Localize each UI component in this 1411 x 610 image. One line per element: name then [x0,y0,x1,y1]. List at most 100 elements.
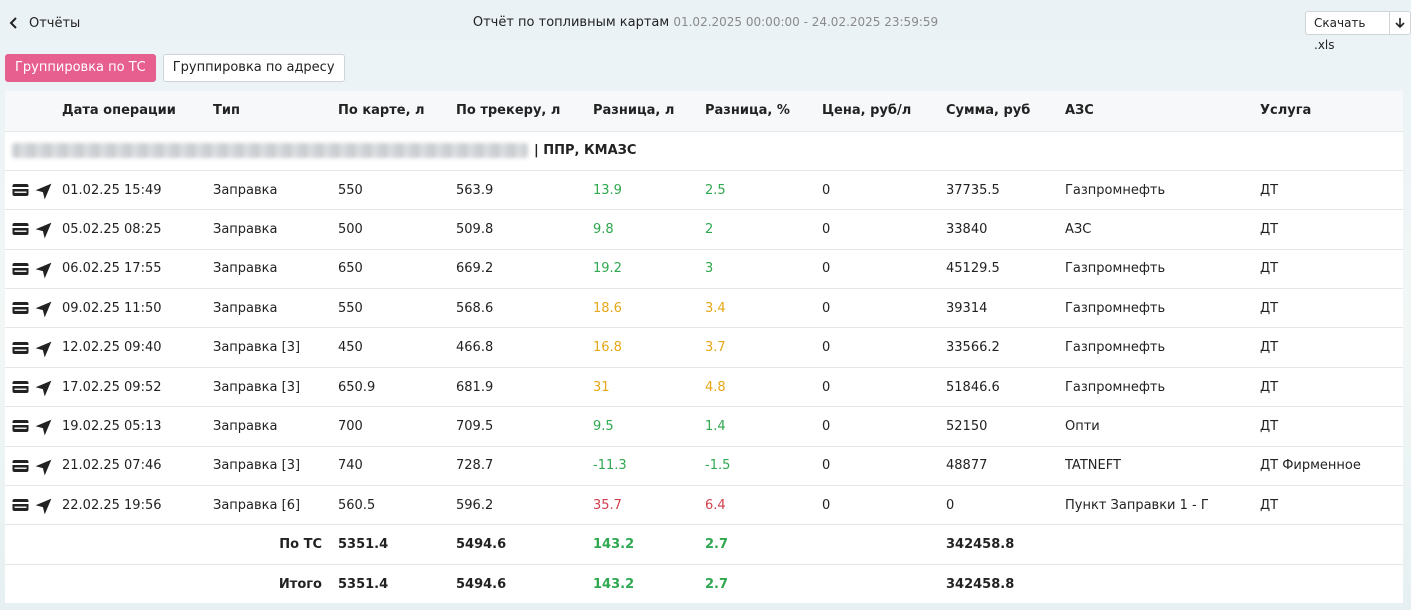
location-arrow-icon[interactable] [35,419,52,436]
card-icon[interactable] [12,262,29,276]
card-icon[interactable] [12,222,29,236]
table-row: 06.02.25 17:55 Заправка 650 669.2 19.2 3 0 4512… [5,248,1403,289]
cell-sum: 52150 [946,406,1065,447]
cell-type: Заправка [6] [213,485,338,525]
cell-price: 0 [822,248,946,289]
cell-diff-l: 31 [593,366,705,407]
cell-station: Опти [1065,406,1260,447]
summary-tracker: 5494.6 [456,563,593,604]
cell-price: 0 [822,209,946,250]
cell-station: Газпромнефть [1065,248,1260,289]
cell-diff-l: 19.2 [593,248,705,289]
cell-price: 0 [822,445,946,486]
summary-diff-l: 143.2 [593,563,705,604]
cell-diff-pct: 3.4 [705,288,822,328]
row-actions [5,327,62,368]
table-row: 09.02.25 11:50 Заправка 550 568.6 18.6 3.4 0 39… [5,288,1403,328]
cell-card: 650.9 [338,366,456,407]
cell-price: 0 [822,169,946,210]
header-card[interactable]: По карте, л [338,91,456,131]
cell-sum: 33566.2 [946,327,1065,368]
location-arrow-icon[interactable] [35,498,52,515]
table-row: 05.02.25 08:25 Заправка 500 509.8 9.8 2 0 33840… [5,209,1403,250]
cell-diff-l: 18.6 [593,288,705,328]
cell-type: Заправка [213,169,338,210]
header-service[interactable]: Услуга [1260,91,1403,131]
group-label: | ППР, КМАЗС [534,143,637,159]
cell-card: 550 [338,288,456,328]
card-icon[interactable] [12,459,29,473]
cell-tracker: 568.6 [456,288,593,328]
download-dropdown-button[interactable] [1388,12,1410,34]
cell-date: 06.02.25 17:55 [62,248,213,289]
cell-diff-l: 13.9 [593,169,705,210]
header-date[interactable]: Дата операции [62,91,213,131]
cell-sum: 39314 [946,288,1065,328]
cell-service: ДТ [1260,406,1403,447]
cell-diff-pct: 2.5 [705,169,822,210]
cell-date: 09.02.25 11:50 [62,288,213,328]
location-arrow-icon[interactable] [35,459,52,476]
card-icon[interactable] [12,341,29,355]
cell-sum: 0 [946,485,1065,525]
table-row: 19.02.25 05:13 Заправка 700 709.5 9.5 1.4 0 521… [5,406,1403,447]
location-arrow-icon[interactable] [35,380,52,397]
summary-station [1065,563,1260,604]
page-title: Отчёт по топливным картам 01.02.2025 00:… [0,15,1411,30]
card-icon[interactable] [12,380,29,394]
cell-type: Заправка [213,288,338,328]
header-sum[interactable]: Сумма, руб [946,91,1065,131]
summary-label: По ТС [5,524,338,565]
location-arrow-icon[interactable] [35,222,52,239]
location-arrow-icon[interactable] [35,183,52,200]
card-icon[interactable] [12,419,29,433]
table-row: 17.02.25 09:52 Заправка [3] 650.9 681.9 31 4.… [5,366,1403,407]
cell-service: ДТ [1260,288,1403,328]
cell-price: 0 [822,485,946,525]
cell-sum: 45129.5 [946,248,1065,289]
row-actions [5,288,62,328]
cell-date: 05.02.25 08:25 [62,209,213,250]
card-icon[interactable] [12,301,29,315]
header-price[interactable]: Цена, руб/л [822,91,946,131]
report-table-container: Дата операции Тип По карте, л По трекеру… [5,91,1403,604]
cell-tracker: 709.5 [456,406,593,447]
cell-sum: 33840 [946,209,1065,250]
location-arrow-icon[interactable] [35,301,52,318]
header-tracker[interactable]: По трекеру, л [456,91,593,131]
summary-sum: 342458.8 [946,563,1065,604]
row-actions [5,445,62,486]
table-header: Дата операции Тип По карте, л По трекеру… [5,91,1403,131]
card-icon[interactable] [12,183,29,197]
cell-diff-pct: 4.8 [705,366,822,407]
cell-tracker: 466.8 [456,327,593,368]
cell-diff-l: -11.3 [593,445,705,486]
report-period: 01.02.2025 00:00:00 - 24.02.2025 23:59:5… [673,15,939,29]
cell-service: ДТ Фирменное [1260,445,1403,486]
table-row: 22.02.25 19:56 Заправка [6] 560.5 596.2 35.7… [5,485,1403,525]
cell-station: Газпромнефть [1065,169,1260,210]
tab-group-by-vehicle[interactable]: Группировка по ТС [5,54,156,82]
cell-type: Заправка [213,248,338,289]
tab-group-by-address[interactable]: Группировка по адресу [162,54,345,82]
header-type[interactable]: Тип [213,91,338,131]
cell-service: ДТ [1260,248,1403,289]
report-table: Дата операции Тип По карте, л По трекеру… [5,91,1403,604]
row-actions [5,248,62,289]
cell-diff-pct: 3 [705,248,822,289]
header-diff-pct[interactable]: Разница, % [705,91,822,131]
card-icon[interactable] [12,498,29,512]
cell-card: 740 [338,445,456,486]
grouping-tabs: Группировка по ТС Группировка по адресу [5,54,345,82]
location-arrow-icon[interactable] [35,341,52,358]
download-xls-button[interactable]: Скачать .xls [1306,12,1389,52]
cell-tracker: 563.9 [456,169,593,210]
location-arrow-icon[interactable] [35,262,52,279]
cell-service: ДТ [1260,366,1403,407]
header-diff-l[interactable]: Разница, л [593,91,705,131]
cell-card: 500 [338,209,456,250]
redacted-vehicle-name [12,143,528,159]
header-station[interactable]: АЗС [1065,91,1260,131]
group-row: | ППР, КМАЗС [5,130,1403,171]
table-row: 01.02.25 15:49 Заправка 550 563.9 13.9 2.5 0 37… [5,169,1403,210]
